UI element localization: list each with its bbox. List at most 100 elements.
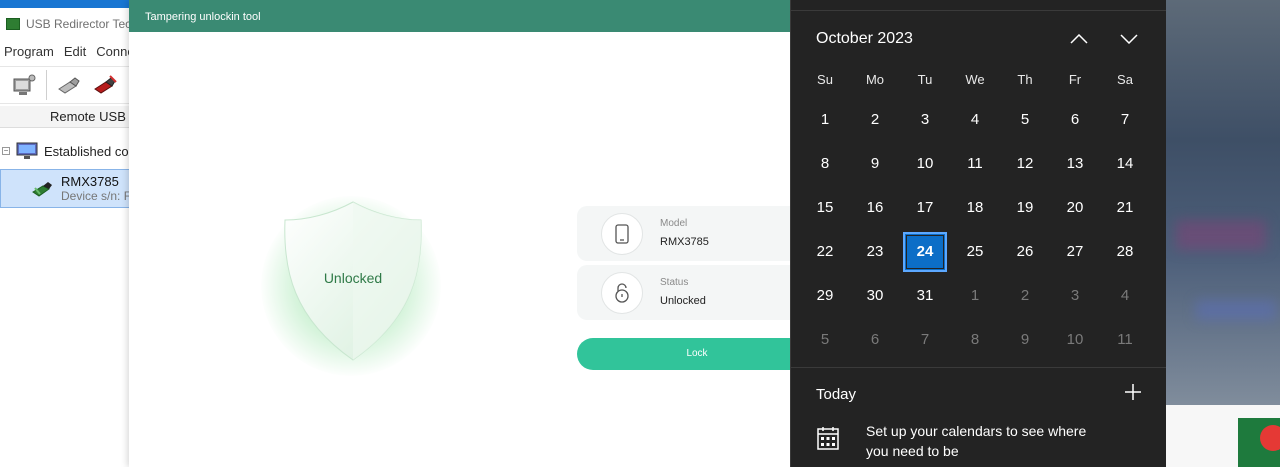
calendar-day[interactable]: 8 xyxy=(803,144,847,184)
next-month-button[interactable] xyxy=(1117,28,1141,50)
shield-status-graphic: Unlocked xyxy=(241,186,461,386)
weekday-label: Su xyxy=(817,72,833,87)
usb-plug-icon[interactable] xyxy=(55,71,83,99)
calendar-day[interactable]: 20 xyxy=(1053,188,1097,228)
calendar-day[interactable]: 26 xyxy=(1003,232,1047,272)
device-serial: Device s/n: F xyxy=(61,188,132,203)
calendar-day[interactable]: 23 xyxy=(853,232,897,272)
calendar-day[interactable]: 22 xyxy=(803,232,847,272)
today-label: Today xyxy=(816,386,857,403)
tree-root-label: Established con xyxy=(44,143,136,159)
weekday-label: Fr xyxy=(1068,72,1082,87)
usb-redirector-window: USB Redirector Tec Program Edit Conne Re… xyxy=(0,0,140,467)
calendar-day[interactable]: 30 xyxy=(853,276,897,316)
background-window-blurred xyxy=(1166,0,1280,467)
tree-established-connections[interactable]: − Established con xyxy=(0,140,136,162)
model-card: Model RMX3785 xyxy=(577,206,800,261)
calendar-day[interactable]: 18 xyxy=(953,188,997,228)
toolbar-separator xyxy=(46,70,47,100)
device-row[interactable]: RMX3785 Device s/n: F xyxy=(0,169,140,208)
calendar-day[interactable]: 6 xyxy=(1053,100,1097,140)
usb-window-title: USB Redirector Tec xyxy=(26,17,132,31)
background-blur-shape xyxy=(1176,220,1266,250)
menu-program[interactable]: Program xyxy=(4,44,54,64)
weekday-label: Tu xyxy=(917,72,933,87)
weekday-label: Sa xyxy=(1117,72,1133,87)
record-indicator-icon xyxy=(1260,425,1280,451)
weekday-label: We xyxy=(965,72,985,87)
status-value: Unlocked xyxy=(660,295,706,307)
calendar-day[interactable]: 6 xyxy=(853,320,897,360)
calendar-month-title[interactable]: October 2023 xyxy=(816,30,913,48)
usb-window-titlebar[interactable]: USB Redirector Tec xyxy=(0,10,140,38)
computer-icon[interactable] xyxy=(10,71,38,99)
calendar-day[interactable]: 8 xyxy=(953,320,997,360)
calendar-day[interactable]: 7 xyxy=(903,320,947,360)
weekday-label: Th xyxy=(1017,72,1033,87)
calendar-day[interactable]: 5 xyxy=(1003,100,1047,140)
calendar-day[interactable]: 11 xyxy=(953,144,997,184)
chevron-up-icon xyxy=(1070,34,1088,44)
previous-month-button[interactable] xyxy=(1067,28,1091,50)
lock-button[interactable]: Lock xyxy=(577,338,800,370)
calendar-day[interactable]: 14 xyxy=(1103,144,1147,184)
calendar-day[interactable]: 7 xyxy=(1103,100,1147,140)
calendar-day[interactable]: 9 xyxy=(1003,320,1047,360)
window-top-strip xyxy=(0,0,140,8)
calendar-day[interactable]: 16 xyxy=(853,188,897,228)
usb-app-icon xyxy=(6,18,20,30)
calendar-day[interactable]: 15 xyxy=(803,188,847,228)
calendar-flyout: October 2023 Su Mo Tu We Th Fr Sa 1 2 3 4 5 6 7 8 9 10 1… xyxy=(790,0,1167,467)
calendar-day[interactable]: 4 xyxy=(953,100,997,140)
calendar-day[interactable]: 5 xyxy=(803,320,847,360)
calendar-day[interactable]: 31 xyxy=(903,276,947,316)
background-blur-shape xyxy=(1196,300,1276,320)
usb-menubar: Program Edit Conne xyxy=(0,44,135,64)
calendar-day[interactable]: 27 xyxy=(1053,232,1097,272)
tab-remote-usb[interactable]: Remote USB xyxy=(0,106,140,128)
status-card: Status Unlocked xyxy=(577,265,800,320)
tool-titlebar[interactable]: Tampering unlockin tool xyxy=(129,0,800,32)
model-value: RMX3785 xyxy=(660,236,709,248)
tree-collapse-icon[interactable]: − xyxy=(2,147,10,155)
calendar-day[interactable]: 2 xyxy=(1003,276,1047,316)
calendar-icon xyxy=(817,427,839,450)
calendar-day[interactable]: 11 xyxy=(1103,320,1147,360)
calendar-day[interactable]: 25 xyxy=(953,232,997,272)
weekday-label: Mo xyxy=(865,72,885,87)
calendar-day[interactable]: 10 xyxy=(903,144,947,184)
model-label: Model xyxy=(660,218,688,229)
usb-toolbar xyxy=(0,66,140,104)
calendar-day[interactable]: 12 xyxy=(1003,144,1047,184)
calendar-day[interactable]: 21 xyxy=(1103,188,1147,228)
calendar-day[interactable]: 3 xyxy=(903,100,947,140)
device-text: RMX3785 Device s/n: F xyxy=(61,174,131,204)
shield-status-label: Unlocked xyxy=(323,270,383,286)
calendar-day[interactable]: 3 xyxy=(1053,276,1097,316)
calendar-day[interactable]: 13 xyxy=(1053,144,1097,184)
phone-icon xyxy=(601,213,643,255)
monitor-icon xyxy=(16,142,38,159)
usb-device-icon xyxy=(32,181,52,197)
calendar-setup-prompt[interactable]: Set up your calendars to see where you n… xyxy=(866,421,1106,461)
calendar-day[interactable]: 2 xyxy=(853,100,897,140)
menu-edit[interactable]: Edit xyxy=(64,44,86,64)
calendar-day[interactable]: 9 xyxy=(853,144,897,184)
calendar-day[interactable]: 1 xyxy=(803,100,847,140)
calendar-day[interactable]: 29 xyxy=(803,276,847,316)
plus-icon xyxy=(1125,384,1141,400)
calendar-day[interactable]: 10 xyxy=(1053,320,1097,360)
calendar-day-today[interactable]: 24 xyxy=(903,232,947,272)
usb-disconnect-icon[interactable] xyxy=(91,71,119,99)
device-name: RMX3785 xyxy=(61,173,119,189)
calendar-divider xyxy=(791,367,1167,368)
calendar-day[interactable]: 28 xyxy=(1103,232,1147,272)
calendar-day[interactable]: 19 xyxy=(1003,188,1047,228)
chevron-down-icon xyxy=(1120,34,1138,44)
calendar-day[interactable]: 17 xyxy=(903,188,947,228)
calendar-day[interactable]: 1 xyxy=(953,276,997,316)
calendar-top-divider xyxy=(791,10,1167,11)
add-event-button[interactable] xyxy=(1124,383,1142,401)
padlock-open-icon xyxy=(601,272,643,314)
calendar-day[interactable]: 4 xyxy=(1103,276,1147,316)
